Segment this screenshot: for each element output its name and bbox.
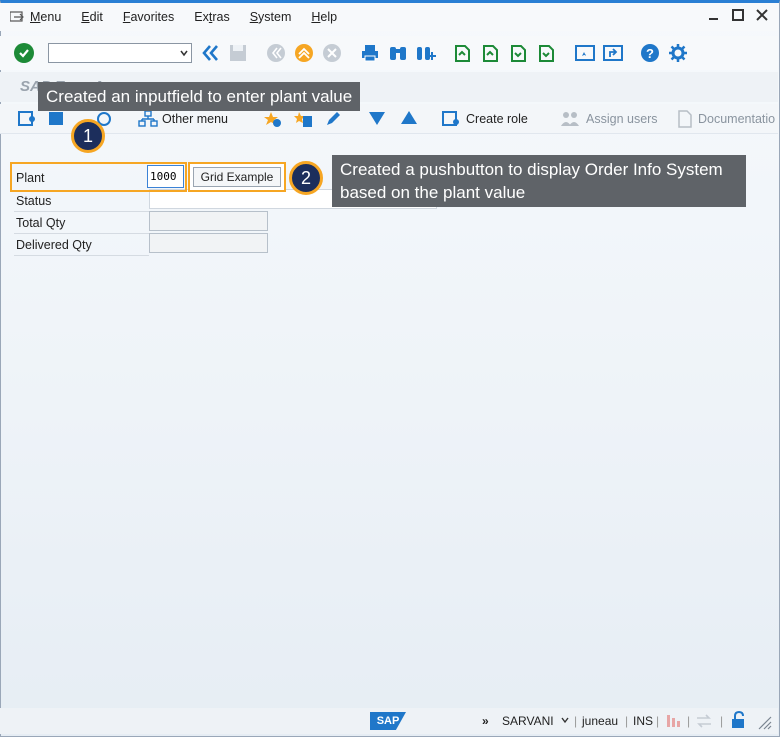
chevron-down-icon[interactable] [561, 716, 569, 724]
callout-line-1: Created a pushbutton to display Order In… [340, 160, 723, 179]
status-separator: | [687, 714, 691, 728]
menu-item-favorites[interactable]: Favorites [123, 10, 174, 24]
find-next-icon[interactable] [416, 43, 436, 63]
total-qty-label: Total Qty [14, 212, 149, 234]
status-label: Status [14, 190, 149, 212]
menu-item-help[interactable]: Help [311, 10, 337, 24]
menubar: Menu Edit Favorites Extras System Help [0, 3, 778, 31]
users-icon [561, 112, 579, 126]
callout-pushbutton: Created a pushbutton to display Order In… [332, 155, 746, 207]
move-down-icon[interactable] [368, 110, 386, 126]
shortcut-icon[interactable] [602, 43, 623, 63]
role-icon [442, 111, 459, 126]
status-separator: | [720, 714, 724, 728]
status-separator: | [625, 714, 629, 728]
response-time-icon [667, 715, 680, 727]
callout-badge-2: 2 [289, 161, 323, 195]
chevron-down-icon[interactable] [180, 49, 188, 57]
plant-input[interactable] [147, 165, 184, 188]
app-menu-icon[interactable] [10, 11, 24, 23]
hierarchy-icon [138, 110, 158, 127]
first-page-icon[interactable] [452, 43, 472, 63]
document-icon [678, 110, 692, 128]
sap-menu-icon[interactable] [48, 110, 68, 128]
menu-item-menu[interactable]: Menu [30, 10, 61, 24]
exit-icon[interactable] [294, 43, 314, 63]
create-role-button[interactable]: Create role [442, 110, 528, 128]
documentation-button: Documentatio [676, 110, 775, 128]
status-user[interactable]: SARVANI [502, 714, 554, 728]
assign-users-button: Assign users [560, 110, 658, 128]
save-icon [228, 43, 248, 63]
cancel-icon [322, 43, 342, 63]
menu-item-edit[interactable]: Edit [81, 10, 103, 24]
grid-example-button[interactable]: Grid Example [188, 162, 286, 192]
print-icon[interactable] [360, 43, 380, 63]
total-qty-field[interactable] [149, 211, 268, 231]
previous-page-icon[interactable] [480, 43, 500, 63]
delivered-qty-field[interactable] [149, 233, 268, 253]
status-separator: | [656, 714, 660, 728]
delete-favorite-icon[interactable] [294, 110, 314, 128]
minimize-icon[interactable] [708, 9, 720, 21]
enter-check-icon[interactable] [14, 43, 34, 63]
new-session-icon[interactable] [574, 43, 595, 63]
maximize-icon[interactable] [732, 9, 744, 21]
standard-toolbar: ? [0, 36, 778, 70]
lock-icon[interactable] [730, 711, 746, 729]
status-separator: | [574, 714, 578, 728]
add-favorite-icon[interactable] [262, 110, 282, 128]
command-field[interactable] [48, 43, 192, 63]
user-menu-icon[interactable] [18, 110, 38, 128]
double-chevron-left-icon[interactable] [200, 43, 220, 63]
edit-icon[interactable] [324, 110, 342, 128]
gear-icon[interactable] [668, 43, 688, 63]
status-server: juneau [582, 714, 619, 728]
next-page-icon[interactable] [508, 43, 528, 63]
grid-example-label: Grid Example [193, 167, 281, 187]
help-icon[interactable]: ? [640, 43, 660, 63]
find-icon[interactable] [388, 43, 408, 63]
other-menu-button[interactable]: Other menu [138, 110, 228, 128]
resize-grip-icon[interactable] [756, 714, 772, 730]
status-expand-chevrons[interactable]: » [482, 714, 489, 728]
svg-text:?: ? [646, 46, 654, 61]
menu-item-extras[interactable]: Extras [194, 10, 229, 24]
back-icon [266, 43, 286, 63]
callout-inputfield: Created an inputfield to enter plant val… [38, 82, 361, 111]
menu-item-system[interactable]: System [250, 10, 292, 24]
connection-icon [697, 714, 711, 728]
delivered-qty-label: Delivered Qty [14, 234, 149, 256]
move-up-icon[interactable] [400, 110, 418, 126]
callout-line-2: based on the plant value [340, 183, 526, 202]
last-page-icon[interactable] [536, 43, 556, 63]
status-mode[interactable]: INS [633, 714, 653, 728]
close-icon[interactable] [756, 9, 768, 21]
callout-badge-1: 1 [71, 119, 105, 153]
